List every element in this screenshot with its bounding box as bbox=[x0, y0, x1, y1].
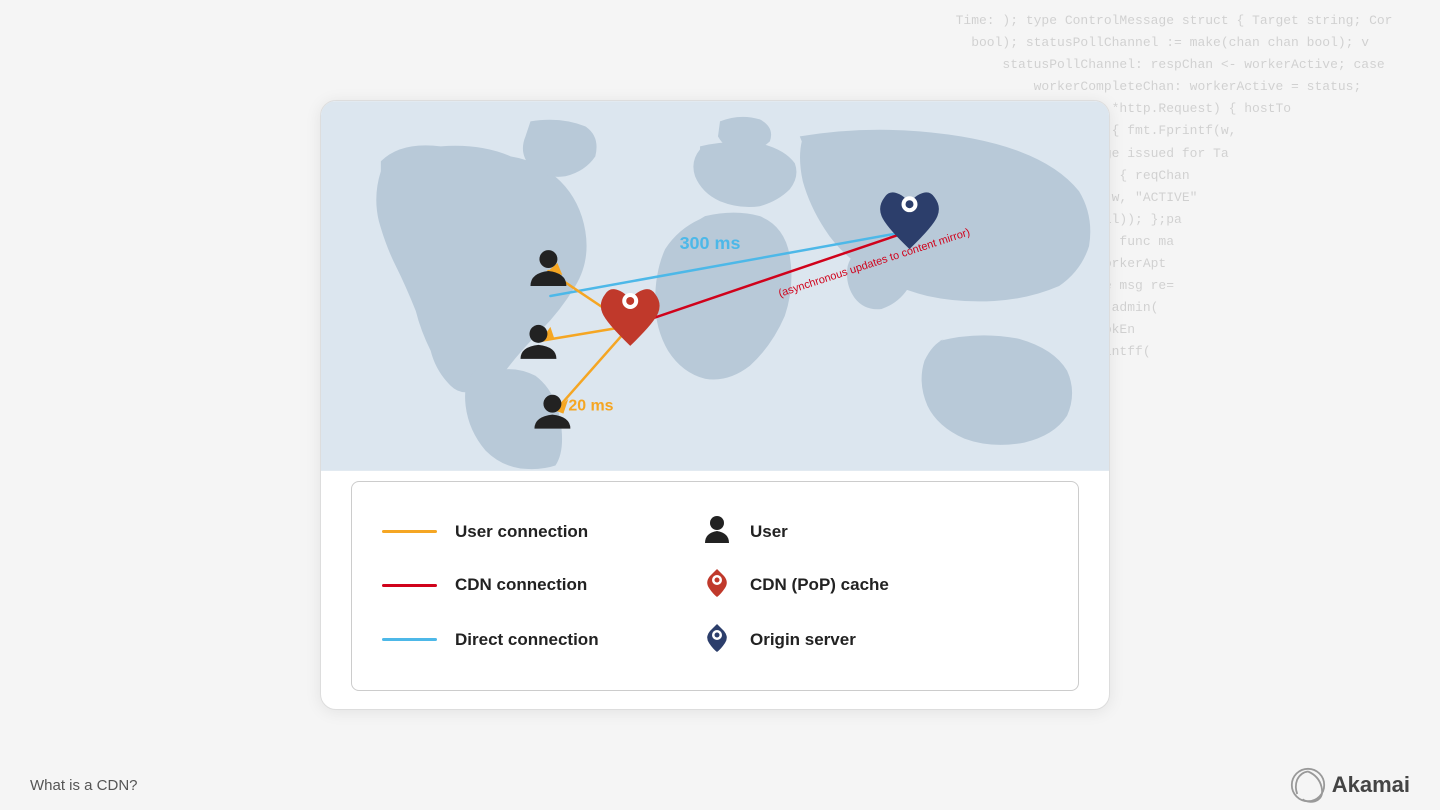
user-legend-label: User bbox=[750, 522, 788, 542]
user-legend-icon bbox=[702, 515, 732, 549]
direct-connection-line bbox=[382, 638, 437, 641]
origin-server-legend-label: Origin server bbox=[750, 630, 856, 650]
akamai-logo-icon bbox=[1290, 767, 1326, 803]
main-diagram-card: 300 ms 20 ms (asynchronous updates to co… bbox=[320, 100, 1110, 710]
legend-box: User connection User CDN connection bbox=[351, 481, 1079, 691]
direct-connection-label: Direct connection bbox=[455, 630, 599, 650]
map-area: 300 ms 20 ms (asynchronous updates to co… bbox=[321, 101, 1109, 471]
origin-server-legend-icon bbox=[702, 622, 732, 658]
latency-direct-label: 300 ms bbox=[680, 233, 741, 253]
user-connection-label: User connection bbox=[455, 522, 588, 542]
cdn-connection-label: CDN connection bbox=[455, 575, 587, 595]
bottom-bar: What is a CDN? Akamai bbox=[0, 760, 1440, 810]
legend-row-1: User connection User bbox=[382, 515, 1048, 549]
cdn-cache-legend-icon bbox=[702, 567, 732, 603]
legend-row-2: CDN connection CDN (PoP) cache bbox=[382, 567, 1048, 603]
user-connection-line bbox=[382, 530, 437, 533]
akamai-logo-text: Akamai bbox=[1332, 772, 1410, 798]
cdn-cache-legend-label: CDN (PoP) cache bbox=[750, 575, 889, 595]
legend-row-3: Direct connection Origin server bbox=[382, 622, 1048, 658]
cdn-connection-line bbox=[382, 584, 437, 587]
akamai-logo: Akamai bbox=[1290, 767, 1410, 803]
latency-cdn-label: 20 ms bbox=[568, 398, 613, 415]
page-title: What is a CDN? bbox=[30, 777, 138, 794]
